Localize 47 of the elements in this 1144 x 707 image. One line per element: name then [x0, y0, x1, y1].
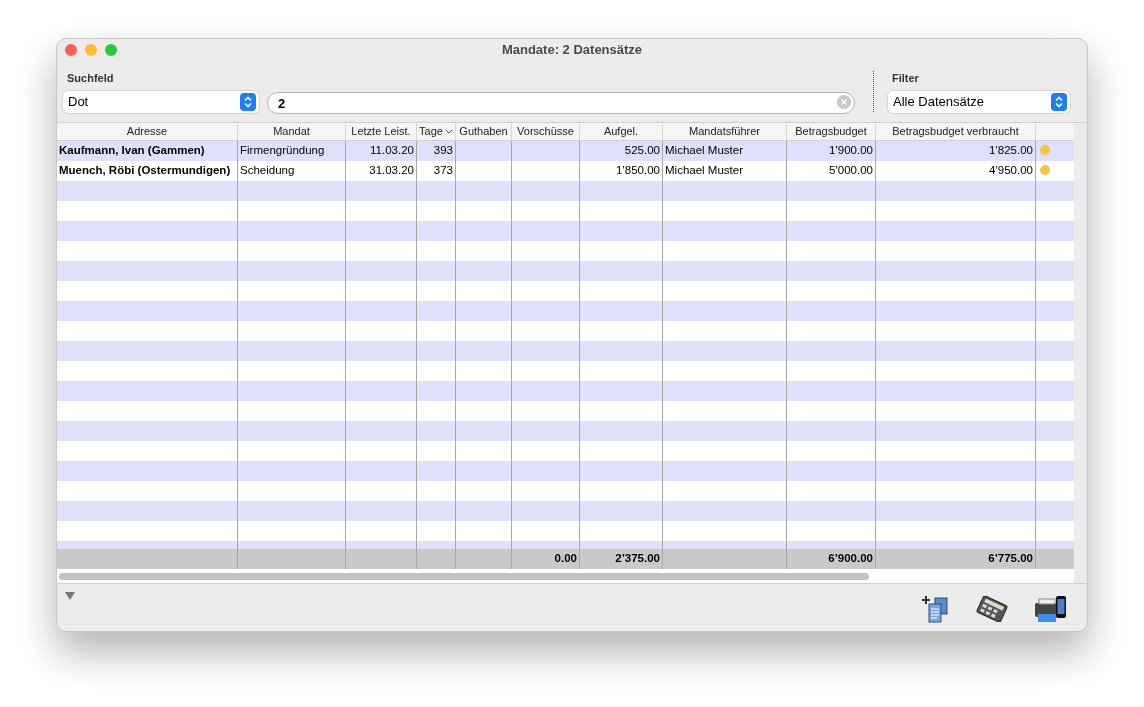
table-cell-text: Michael Muster — [665, 163, 743, 179]
table-cell-text: 5’000.00 — [828, 163, 873, 179]
column-header[interactable]: Mandat — [238, 123, 346, 140]
search-field-select[interactable]: Dot — [63, 90, 259, 113]
table-cell-text: Michael Muster — [665, 143, 743, 159]
horizontal-scrollbar[interactable] — [59, 572, 869, 580]
total-cell-text: 6’900.00 — [828, 551, 873, 567]
column-header[interactable]: Aufgel. — [580, 123, 663, 140]
column-header[interactable]: Adresse — [57, 123, 238, 140]
window-title: Mandate: 2 Datensätze — [501, 41, 643, 60]
table-cell-text: 525.00 — [624, 143, 660, 159]
table-cell-text: Scheidung — [240, 163, 295, 179]
table-cell-text: Firmengründung — [240, 143, 325, 159]
table-cell-text: Kaufmann, Ivan (Gammen) — [59, 143, 205, 159]
filter-select[interactable]: Alle Datensätze — [888, 90, 1070, 113]
table-cell-text: 1’825.00 — [988, 143, 1033, 159]
close-button[interactable] — [65, 44, 77, 56]
stepper-icon — [240, 92, 256, 111]
table-cell-text: 1’900.00 — [828, 143, 873, 159]
search-label: Suchfeld — [67, 71, 114, 86]
table-cell-text: 1’850.00 — [615, 163, 660, 179]
printer-phone-icon[interactable] — [1033, 594, 1067, 624]
total-cell-text: 0.00 — [554, 551, 577, 567]
column-header[interactable]: Vorschüsse — [512, 123, 580, 140]
table-cell-text: 11.03.20 — [370, 143, 414, 159]
total-cell-text: 2’375.00 — [615, 551, 660, 567]
add-document-icon[interactable] — [921, 594, 951, 624]
table-cell-text: 373 — [433, 163, 453, 179]
filter-label: Filter — [892, 71, 919, 86]
column-header[interactable]: Letzte Leist. — [346, 123, 417, 140]
table-cell-text: 31.03.20 — [369, 163, 414, 179]
sort-chevron-icon — [444, 129, 453, 134]
disclosure-triangle-icon[interactable] — [65, 592, 75, 600]
clear-icon[interactable] — [837, 94, 851, 109]
column-header[interactable]: Betragsbudget — [787, 123, 876, 140]
stepper-icon — [1051, 92, 1067, 111]
column-header[interactable]: Tage — [417, 123, 456, 140]
table-cell-text: Muench, Röbi (Ostermundigen) — [59, 163, 231, 179]
column-header[interactable]: Guthaben — [456, 123, 512, 140]
table-cell-text: 393 — [433, 143, 453, 159]
total-cell-text: 6’775.00 — [988, 551, 1033, 567]
zoom-button[interactable] — [105, 44, 117, 56]
column-header[interactable]: Betragsbudget verbraucht — [876, 123, 1036, 140]
table-cell-text: 4’950.00 — [988, 163, 1033, 179]
minimize-button[interactable] — [85, 44, 97, 56]
column-header[interactable]: Mandatsführer — [663, 123, 787, 140]
search-input[interactable]: 2 — [267, 92, 855, 114]
